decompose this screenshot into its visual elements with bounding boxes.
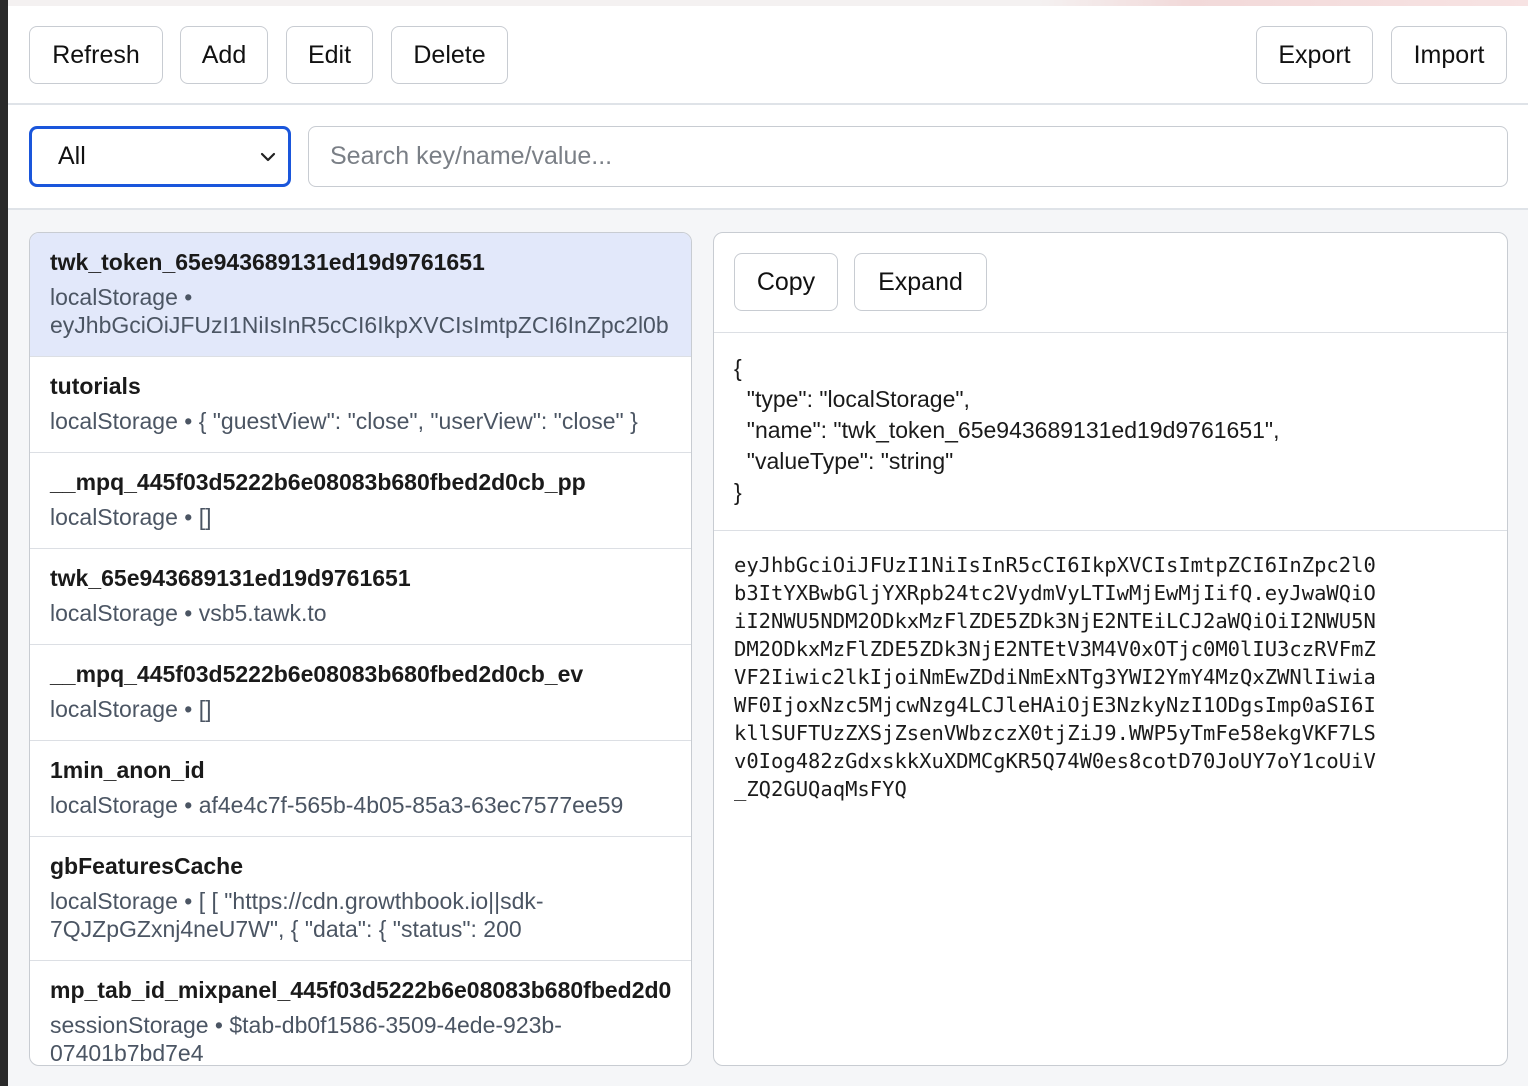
item-name: __mpq_445f03d5222b6e08083b680fbed2d0cb_p… <box>50 469 586 495</box>
list-item[interactable]: __mpq_445f03d5222b6e08083b680fbed2d0cb_e… <box>30 645 691 741</box>
detail-toolbar: Copy Expand <box>714 233 1507 333</box>
item-meta: localStorage • vsb5.tawk.to <box>50 599 691 627</box>
value-line: WF0IjoxNzc5MjcwNzg4LCJleHAiOjE3NzkyNzI1O… <box>734 693 1376 717</box>
main-content: twk_token_65e943689131ed19d9761651 local… <box>8 210 1528 1086</box>
item-name: mp_tab_id_mixpanel_445f03d5222b6e08083b6… <box>50 977 672 1003</box>
raw-value: eyJhbGciOiJFUzI1NiIsInR5cCI6IkpXVCIsImtp… <box>734 551 1494 803</box>
list-item[interactable]: __mpq_445f03d5222b6e08083b680fbed2d0cb_p… <box>30 453 691 549</box>
delete-button[interactable]: Delete <box>391 26 508 84</box>
expand-button[interactable]: Expand <box>854 253 987 311</box>
add-button[interactable]: Add <box>180 26 268 84</box>
main-toolbar: Refresh Add Edit Delete Export Import <box>8 6 1528 105</box>
list-item[interactable]: mp_tab_id_mixpanel_445f03d5222b6e08083b6… <box>30 961 691 1066</box>
list-item[interactable]: 1min_anon_id localStorage • af4e4c7f-565… <box>30 741 691 837</box>
item-meta-line: localStorage • af4e4c7f-565b-4b05-85a3-6… <box>50 792 624 818</box>
json-line: } <box>734 479 742 505</box>
item-name: tutorials <box>50 373 141 399</box>
item-meta: localStorage • { "guestView": "close", "… <box>50 407 691 435</box>
json-line: "valueType": "string" <box>734 448 954 474</box>
export-button[interactable]: Export <box>1256 26 1373 84</box>
item-name: gbFeaturesCache <box>50 853 244 879</box>
value-line: v0Iog482zGdxskkXuXDMCgKR5Q74W0es8cotD70J… <box>734 749 1376 773</box>
window-left-edge <box>0 0 8 1086</box>
value-line: b3ItYXBwbGljYXRpb24tc2VydmVyLTIwMjEwMjIi… <box>734 581 1376 605</box>
item-meta-line: 7QJZpGZxnj4neU7W", { "data": { "status":… <box>50 916 522 942</box>
item-meta-line: 07401b7bd7e4 <box>50 1040 204 1066</box>
json-line: "type": "localStorage", <box>734 386 970 412</box>
item-name: twk_65e943689131ed19d9761651 <box>50 565 411 591</box>
list-item[interactable]: tutorials localStorage • { "guestView": … <box>30 357 691 453</box>
refresh-button[interactable]: Refresh <box>29 26 163 84</box>
list-item[interactable]: twk_token_65e943689131ed19d9761651 local… <box>30 233 691 357</box>
item-meta-line: localStorage • [] <box>50 504 212 530</box>
item-meta-line: localStorage • [ [ "https://cdn.growthbo… <box>50 888 544 914</box>
edit-button[interactable]: Edit <box>286 26 373 84</box>
item-meta-line: localStorage • { "guestView": "close", "… <box>50 408 638 434</box>
item-meta-line: sessionStorage • $tab-db0f1586-3509-4ede… <box>50 1012 562 1038</box>
storage-type-selected-value: All <box>58 142 86 170</box>
value-line: _ZQ2GUQaqMsFYQ <box>734 777 907 801</box>
item-meta-line: eyJhbGciOiJFUzI1NiIsInR5cCI6IkpXVCIsImtp… <box>50 312 669 338</box>
value-line: kllSUFTUzZXSjZsenVWbzczX0tjZiJ9.WWP5yTmF… <box>734 721 1376 745</box>
item-meta-line: localStorage • [] <box>50 696 212 722</box>
json-line: "name": "twk_token_65e943689131ed19d9761… <box>734 417 1280 443</box>
search-input[interactable] <box>308 126 1508 187</box>
chevron-down-icon <box>260 152 276 161</box>
detail-panel: Copy Expand { "type": "localStorage", "n… <box>713 232 1508 1066</box>
item-name: __mpq_445f03d5222b6e08083b680fbed2d0cb_e… <box>50 661 584 687</box>
value-line: DM2ODkxMzFlZDE5ZDk3NjE2NTEtV3M4V0xOTjc0M… <box>734 637 1376 661</box>
import-button[interactable]: Import <box>1391 26 1507 84</box>
value-line: eyJhbGciOiJFUzI1NiIsInR5cCI6IkpXVCIsImtp… <box>734 553 1376 577</box>
item-name: 1min_anon_id <box>50 757 205 783</box>
item-meta: localStorage • [ [ "https://cdn.growthbo… <box>50 887 691 943</box>
value-line: iI2NWU5NDM2ODkxMzFlZDE5ZDk3NjE2NTEiLCJ2a… <box>734 609 1376 633</box>
copy-button[interactable]: Copy <box>734 253 838 311</box>
item-meta: sessionStorage • $tab-db0f1586-3509-4ede… <box>50 1011 691 1066</box>
storage-item-list: twk_token_65e943689131ed19d9761651 local… <box>29 232 692 1066</box>
item-meta: localStorage • eyJhbGciOiJFUzI1NiIsInR5c… <box>50 283 691 339</box>
filter-bar: All <box>8 105 1528 210</box>
value-line: VF2Iiwic2lkIjoiNmEwZDdiNmExNTg3YWI2YmY4M… <box>734 665 1376 689</box>
item-name: twk_token_65e943689131ed19d9761651 <box>50 249 485 275</box>
list-item[interactable]: twk_65e943689131ed19d9761651 localStorag… <box>30 549 691 645</box>
metadata-json: { "type": "localStorage", "name": "twk_t… <box>714 333 1507 531</box>
item-meta: localStorage • af4e4c7f-565b-4b05-85a3-6… <box>50 791 691 819</box>
item-meta-line: localStorage • <box>50 284 193 310</box>
storage-manager-app: Refresh Add Edit Delete Export Import Al… <box>8 6 1528 1086</box>
item-meta: localStorage • [] <box>50 503 691 531</box>
json-line: { <box>734 355 742 381</box>
list-item[interactable]: gbFeaturesCache localStorage • [ [ "http… <box>30 837 691 961</box>
item-meta: localStorage • [] <box>50 695 691 723</box>
item-meta-line: localStorage • vsb5.tawk.to <box>50 600 327 626</box>
storage-type-select[interactable]: All <box>29 126 291 187</box>
